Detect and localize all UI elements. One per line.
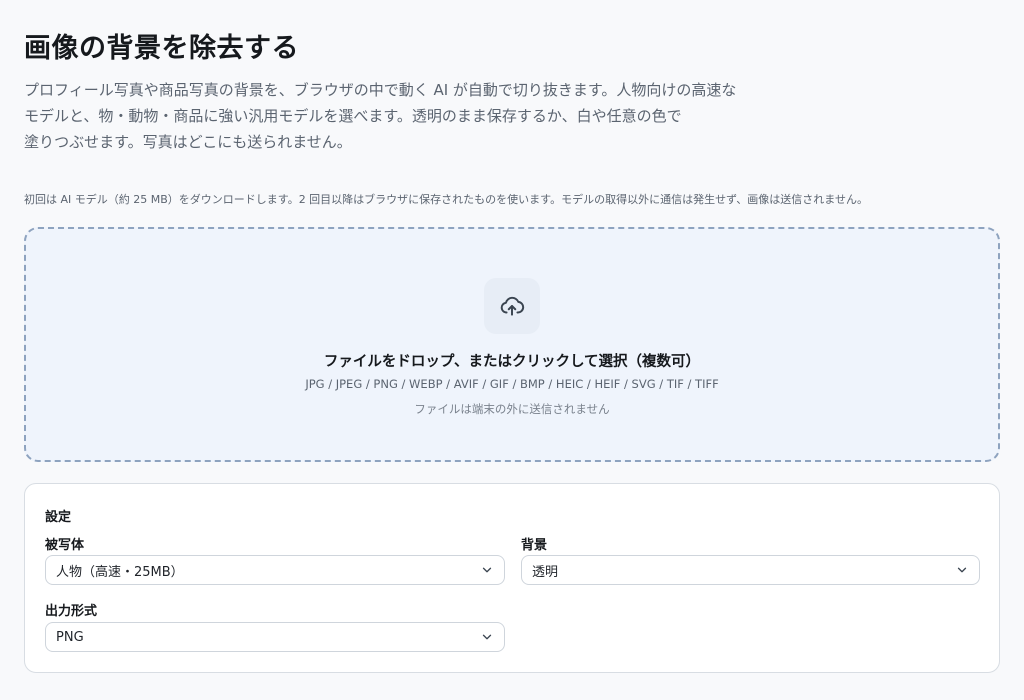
description-line: 塗りつぶせます。写真はどこにも送られません。 (24, 133, 352, 151)
dropzone-title: ファイルをドロップ、またはクリックして選択（複数可） (323, 354, 701, 370)
background-select-value: 透明 (532, 564, 559, 580)
file-dropzone[interactable]: ファイルをドロップ、またはクリックして選択（複数可） JPG / JPEG / … (24, 227, 1000, 462)
subject-label: 被写体 (45, 538, 85, 553)
page-description: プロフィール写真や商品写真の背景を、ブラウザの中で動く AI が自動で切り抜きま… (24, 77, 804, 155)
model-download-notice: 初回は AI モデル（約 25 MB）をダウンロードします。2 回目以降はブラウ… (24, 193, 868, 206)
chevron-down-icon (480, 630, 494, 644)
output-format-label: 出力形式 (45, 604, 98, 619)
subject-select[interactable]: 人物（高速・25MB） (45, 555, 505, 585)
description-line: プロフィール写真や商品写真の背景を、ブラウザの中で動く AI が自動で切り抜きま… (24, 81, 737, 99)
background-label: 背景 (521, 538, 548, 553)
page: 画像の背景を除去する プロフィール写真や商品写真の背景を、ブラウザの中で動く A… (0, 0, 1024, 700)
cloud-upload-icon (500, 296, 525, 316)
output-format-select[interactable]: PNG (45, 622, 505, 652)
dropzone-privacy-hint: ファイルは端末の外に送信されません (414, 402, 610, 416)
settings-title: 設定 (45, 510, 72, 525)
background-select[interactable]: 透明 (521, 555, 980, 585)
subject-select-value: 人物（高速・25MB） (56, 564, 184, 580)
chevron-down-icon (480, 563, 494, 577)
dropzone-formats: JPG / JPEG / PNG / WEBP / AVIF / GIF / B… (305, 377, 719, 391)
chevron-down-icon (955, 563, 969, 577)
description-line: モデルと、物・動物・商品に強い汎用モデルを選べます。透明のまま保存するか、白や任… (24, 107, 682, 125)
upload-icon-container (484, 278, 540, 334)
output-format-select-value: PNG (56, 629, 84, 645)
page-title: 画像の背景を除去する (24, 33, 299, 64)
settings-panel: 設定 被写体 人物（高速・25MB） 背景 透明 出力形式 PNG (24, 483, 1000, 673)
